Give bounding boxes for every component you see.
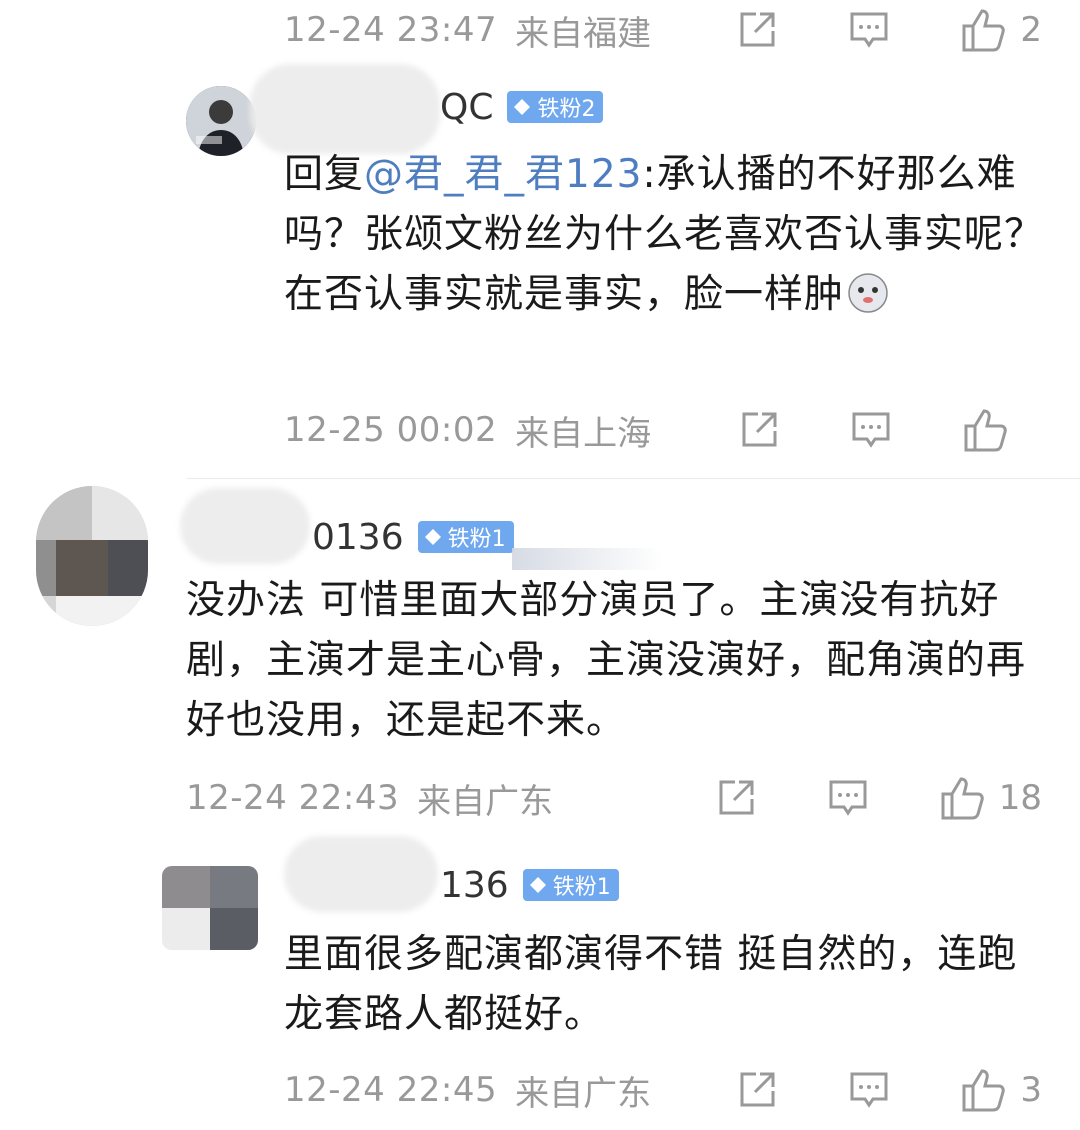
- comment-actions: [738, 400, 1042, 460]
- badge-label: 铁粉2: [537, 97, 596, 122]
- like-button[interactable]: 3: [960, 1067, 1042, 1113]
- avatar[interactable]: [36, 486, 148, 626]
- doge-emoji: [848, 273, 888, 313]
- diamond-icon: [514, 99, 531, 115]
- reply-button[interactable]: [827, 777, 869, 819]
- comment-icon: [829, 780, 867, 816]
- comment-location: 来自福建: [515, 13, 652, 54]
- redacted-username: [250, 64, 440, 154]
- share-icon: [719, 780, 754, 815]
- comment-location: 来自广东: [417, 781, 554, 822]
- comment-meta: 12-24 23:47 来自福建: [284, 0, 651, 60]
- fan-badge: 铁粉1: [417, 521, 514, 553]
- reply-prefix: 回复: [284, 152, 365, 197]
- share-icon: [740, 1072, 775, 1107]
- comment-meta: 12-24 22:45 来自广东: [284, 1060, 651, 1120]
- comment-time: 12-25 00:02: [284, 410, 498, 450]
- comment-text: 里面很多配演都演得不错 挺自然的，连跑龙套路人都挺好。: [284, 925, 1044, 1045]
- badge-label: 铁粉1: [552, 875, 611, 900]
- comment-body: 里面很多配演都演得不错 挺自然的，连跑龙套路人都挺好。: [284, 932, 1018, 1037]
- diamond-icon: [424, 529, 441, 545]
- comment-location: 来自上海: [515, 413, 652, 454]
- comment-time: 12-24 23:47: [284, 10, 498, 50]
- comment-actions: 3: [736, 1060, 1042, 1120]
- username-row[interactable]: 0136 铁粉1: [312, 512, 514, 562]
- comment-icon: [852, 412, 890, 448]
- mention-link[interactable]: @君_君_君123: [364, 152, 642, 197]
- username-row[interactable]: QC 铁粉2: [440, 82, 604, 132]
- badge-decoration: [512, 548, 662, 570]
- like-button[interactable]: 18: [939, 775, 1042, 821]
- comment-time: 12-24 22:43: [186, 778, 400, 818]
- reply-button[interactable]: [848, 1069, 890, 1111]
- like-button[interactable]: 2: [960, 7, 1042, 53]
- like-count: 3: [1020, 1070, 1042, 1110]
- comment-icon: [850, 1072, 888, 1108]
- comment-actions: 18: [715, 768, 1042, 828]
- like-count: 18: [998, 778, 1042, 818]
- comment-text: 没办法 可惜里面大部分演员了。主演没有抗好剧，主演才是主心骨，主演没演好，配角演…: [186, 571, 1046, 751]
- like-count: 2: [1020, 10, 1042, 50]
- thumbs-up-icon: [964, 409, 1007, 452]
- share-icon: [742, 412, 777, 447]
- avatar-image: [162, 866, 258, 950]
- badge-label: 铁粉1: [447, 527, 506, 552]
- thumbs-up-icon: [941, 777, 984, 820]
- redacted-username: [284, 836, 438, 912]
- divider: [186, 478, 1080, 479]
- diamond-icon: [529, 877, 546, 893]
- thumbs-up-icon: [962, 9, 1006, 52]
- comment-body: 没办法 可惜里面大部分演员了。主演没有抗好剧，主演才是主心骨，主演没演好，配角演…: [186, 578, 1027, 743]
- comment-meta: 12-24 22:43 来自广东: [186, 768, 553, 828]
- avatar-image: [186, 86, 256, 156]
- fan-badge: 铁粉1: [522, 869, 619, 901]
- share-icon: [740, 12, 775, 47]
- share-button[interactable]: [736, 1069, 778, 1111]
- like-button[interactable]: [962, 407, 1042, 453]
- username: QC: [440, 86, 494, 128]
- share-button[interactable]: [738, 409, 780, 451]
- comment-icon: [850, 12, 888, 48]
- fan-badge: 铁粉2: [507, 91, 604, 123]
- username: 0136: [312, 516, 404, 558]
- comment-time: 12-24 22:45: [284, 1070, 498, 1110]
- comment-location: 来自广东: [515, 1073, 652, 1114]
- reply-button[interactable]: [850, 409, 892, 451]
- avatar[interactable]: [162, 866, 258, 950]
- thumbs-up-icon: [962, 1069, 1006, 1112]
- redacted-username: [180, 488, 310, 564]
- avatar-image: [36, 486, 148, 626]
- comment-text: 回复@君_君_君123:承认播的不好那么难吗？张颂文粉丝为什么老喜欢否认事实呢？…: [284, 145, 1044, 325]
- avatar[interactable]: [186, 86, 256, 156]
- reply-button[interactable]: [848, 9, 890, 51]
- username: 136: [440, 864, 509, 906]
- comment-meta: 12-25 00:02 来自上海: [284, 400, 651, 460]
- share-button[interactable]: [736, 9, 778, 51]
- comment-actions: 2: [736, 0, 1042, 60]
- username-row[interactable]: 136 铁粉1: [440, 860, 619, 910]
- share-button[interactable]: [715, 777, 757, 819]
